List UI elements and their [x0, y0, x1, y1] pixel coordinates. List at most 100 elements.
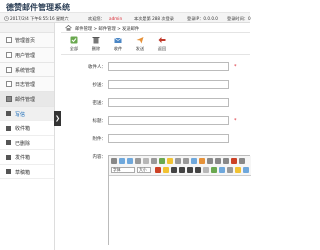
redo-icon[interactable]: [127, 158, 133, 164]
inbox-icon: [114, 36, 122, 44]
paste-text-icon[interactable]: [191, 158, 197, 164]
content-label: 内容：: [92, 155, 107, 160]
username: admin: [109, 15, 123, 21]
align-left-icon[interactable]: [207, 158, 213, 164]
receive-button[interactable]: 收件: [107, 35, 129, 53]
subject-input[interactable]: [108, 116, 229, 125]
eraser-icon[interactable]: [203, 167, 209, 173]
link-icon[interactable]: [243, 167, 249, 173]
sidebar-collapse-button[interactable]: ❯: [54, 111, 61, 126]
toolbar-button-label: 收件: [113, 46, 123, 51]
image-icon[interactable]: [211, 167, 217, 173]
copy-icon[interactable]: [175, 158, 181, 164]
strikethrough-icon[interactable]: [195, 167, 201, 173]
recipient-row: 收件人： *: [61, 62, 250, 72]
sidebar-item-label: 系统管理: [15, 67, 36, 74]
document-icon: [6, 140, 11, 146]
document-icon: [6, 154, 11, 160]
folder-open-icon: [6, 96, 12, 103]
bcc-label: 密送：: [92, 101, 107, 106]
sidebar-subitem-label: 草稿箱: [15, 169, 31, 176]
paste-icon[interactable]: [183, 158, 189, 164]
undo-icon[interactable]: [119, 158, 125, 164]
paste-word-icon[interactable]: [199, 158, 205, 164]
sidebar-item-home[interactable]: 管理首页: [0, 33, 54, 48]
login-ip: 登录IP：0.0.0.0: [187, 15, 218, 21]
toolbar: 全部 删除 收件 发送 返回: [61, 33, 250, 55]
preview-icon[interactable]: [135, 158, 141, 164]
sidebar-subitem-drafts[interactable]: 草稿箱: [0, 164, 54, 180]
select-all-icon: [70, 36, 78, 44]
attachment-label: 附件：: [92, 137, 107, 142]
editor-content-area[interactable]: [109, 176, 251, 246]
required-mark: *: [234, 64, 237, 70]
print-icon[interactable]: [143, 158, 149, 164]
clock-icon: [4, 15, 9, 22]
source-icon[interactable]: [111, 158, 117, 164]
emoticon-icon[interactable]: [235, 167, 241, 173]
sidebar-subitem-label: 发件箱: [15, 155, 31, 162]
back-icon: [158, 36, 166, 44]
back-button[interactable]: 返回: [151, 35, 173, 53]
font-size-select[interactable]: 大小: [137, 167, 151, 173]
compose-form: 收件人： * 抄送： 密送： 标题： * 附件： 内容： 字体 大小: [61, 55, 251, 246]
highlight-icon[interactable]: [163, 167, 169, 173]
table-icon[interactable]: [219, 167, 225, 173]
sidebar-subitem-label: 已删除: [15, 140, 31, 147]
select-all-button[interactable]: 全部: [63, 35, 85, 53]
sidebar-item-users[interactable]: 用户管理: [0, 47, 54, 63]
toolbar-button-label: 删除: [91, 46, 101, 51]
font-family-select[interactable]: 字体: [111, 167, 135, 173]
cut-icon[interactable]: [167, 158, 173, 164]
document-icon: [6, 169, 11, 175]
folder-icon: [6, 51, 12, 58]
sidebar-item-system[interactable]: 系统管理: [0, 62, 54, 78]
folder-icon: [6, 37, 12, 43]
delete-button[interactable]: 删除: [85, 35, 107, 53]
hr-icon[interactable]: [227, 167, 233, 173]
recipient-label: 收件人：: [88, 65, 106, 70]
italic-icon[interactable]: [179, 167, 185, 173]
recipient-input[interactable]: [108, 62, 229, 71]
template-icon[interactable]: [151, 158, 157, 164]
sidebar-item-label: 用户管理: [15, 52, 36, 59]
home-icon[interactable]: [65, 25, 72, 31]
sidebar-subitem-sent[interactable]: 发件箱: [0, 150, 54, 165]
font-color-icon[interactable]: [231, 158, 237, 164]
cc-input[interactable]: [108, 80, 229, 89]
text-color-icon[interactable]: [155, 167, 161, 173]
bold-icon[interactable]: [171, 167, 177, 173]
underline-icon[interactable]: [187, 167, 193, 173]
toolbar-button-label: 发送: [135, 46, 145, 51]
sidebar-subitem-inbox[interactable]: 收件箱: [0, 121, 54, 136]
sidebar-item-logs[interactable]: 日志管理: [0, 77, 54, 93]
delete-icon: [92, 36, 100, 44]
login-count: 本次是第 288 次登录: [134, 15, 174, 21]
breadcrumb-text: 邮件管理 > 邮件管理 > 发送邮件: [75, 26, 140, 32]
bcc-input[interactable]: [108, 98, 229, 107]
sidebar-item-mail[interactable]: 邮件管理: [0, 92, 54, 107]
align-center-icon[interactable]: [215, 158, 221, 164]
sidebar-item-label: 管理首页: [15, 38, 36, 44]
app-title: 德赞邮件管理系统: [6, 3, 70, 12]
required-mark: *: [234, 118, 237, 124]
status-bar: 2017/2/4 下午6:55:16 星期六 欢迎您： admin 本次是第 2…: [0, 13, 251, 23]
welcome-label: 欢迎您：: [88, 15, 105, 21]
subject-row: 标题： *: [61, 116, 250, 126]
editor-toolbar: 字体 大小: [109, 156, 251, 176]
toolbar-button-label: 全部: [69, 46, 79, 51]
send-button[interactable]: 发送: [129, 35, 151, 53]
document-icon: [6, 111, 11, 117]
folder-icon: [6, 66, 12, 73]
sidebar-subitem-label: 收件箱: [15, 126, 31, 133]
sidebar-subitem-compose[interactable]: 写信: [0, 106, 54, 122]
send-icon: [136, 36, 144, 44]
sidebar: 管理首页 用户管理 系统管理 日志管理 邮件管理 写信 收件箱 已删除 发件箱 …: [0, 23, 55, 250]
fullscreen-icon[interactable]: [239, 158, 245, 164]
breadcrumb: 邮件管理 > 邮件管理 > 发送邮件: [61, 23, 250, 33]
align-right-icon[interactable]: [223, 158, 229, 164]
code-icon[interactable]: [159, 158, 165, 164]
sidebar-subitem-deleted[interactable]: 已删除: [0, 135, 54, 151]
attachment-input[interactable]: [108, 134, 229, 143]
bcc-row: 密送：: [61, 98, 250, 108]
